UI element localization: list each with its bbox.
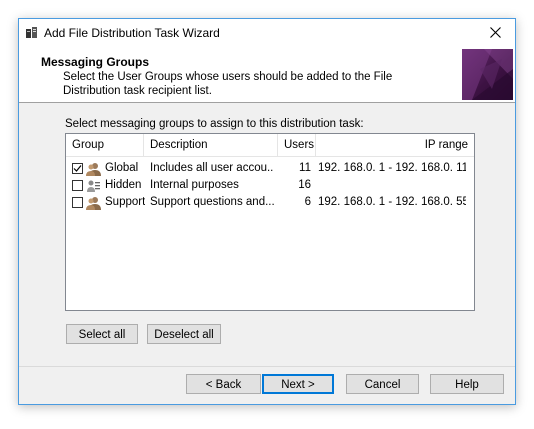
back-button[interactable]: < Back	[186, 374, 261, 394]
cancel-button[interactable]: Cancel	[346, 374, 419, 394]
page-title: Messaging Groups	[41, 55, 150, 69]
window-title: Add File Distribution Task Wizard	[44, 26, 220, 40]
group-checkbox[interactable]	[72, 197, 83, 208]
next-button[interactable]: Next >	[262, 374, 334, 394]
wizard-header: Messaging Groups Select the User Groups …	[19, 48, 515, 103]
group-users-count: 16	[298, 179, 311, 191]
wizard-window: Add File Distribution Task Wizard Messag…	[18, 18, 516, 405]
group-ip-range: 192. 168.0. 1 - 192. 168.0. 55	[318, 196, 466, 208]
column-header-description[interactable]: Description	[144, 134, 278, 156]
page-subtitle: Select the User Groups whose users shoul…	[63, 71, 393, 97]
help-button[interactable]: Help	[430, 374, 504, 394]
list-item[interactable]: Global Includes all user accou... 11 192…	[66, 161, 474, 178]
list-label: Select messaging groups to assign to thi…	[65, 118, 364, 130]
group-users-count: 6	[304, 196, 311, 208]
list-item[interactable]: Hidden Internal purposes 16	[66, 178, 474, 195]
deselect-all-button[interactable]: Deselect all	[147, 324, 221, 344]
group-users-count: 11	[299, 162, 311, 174]
close-icon	[489, 26, 501, 41]
wizard-app-icon	[25, 26, 39, 40]
hidden-group-icon	[86, 179, 101, 193]
column-header-ip-range[interactable]: IP range	[316, 134, 474, 156]
column-header-group[interactable]: Group	[66, 134, 144, 156]
group-ip-range: 192. 168.0. 1 - 192. 168.0. 110	[318, 162, 466, 174]
group-name: Global	[105, 162, 139, 174]
group-name: Support	[105, 196, 146, 208]
footer-divider	[19, 366, 515, 367]
list-item[interactable]: Support Support questions and... 6 192. …	[66, 195, 474, 212]
messaging-groups-list[interactable]: Group Description Users IP range Global …	[65, 133, 475, 311]
user-group-icon	[86, 162, 101, 176]
group-description: Internal purposes	[150, 179, 239, 191]
close-button[interactable]	[475, 19, 515, 48]
group-name: Hidden	[105, 179, 142, 191]
group-checkbox[interactable]	[72, 163, 83, 174]
select-all-button[interactable]: Select all	[66, 324, 138, 344]
column-header-users[interactable]: Users	[278, 134, 316, 156]
user-group-icon	[86, 196, 101, 210]
group-description: Support questions and...	[150, 196, 274, 208]
header-banner-image	[462, 49, 513, 100]
title-bar[interactable]: Add File Distribution Task Wizard	[19, 19, 515, 48]
list-header: Group Description Users IP range	[66, 134, 474, 157]
group-description: Includes all user accou...	[150, 162, 274, 174]
group-checkbox[interactable]	[72, 180, 83, 191]
